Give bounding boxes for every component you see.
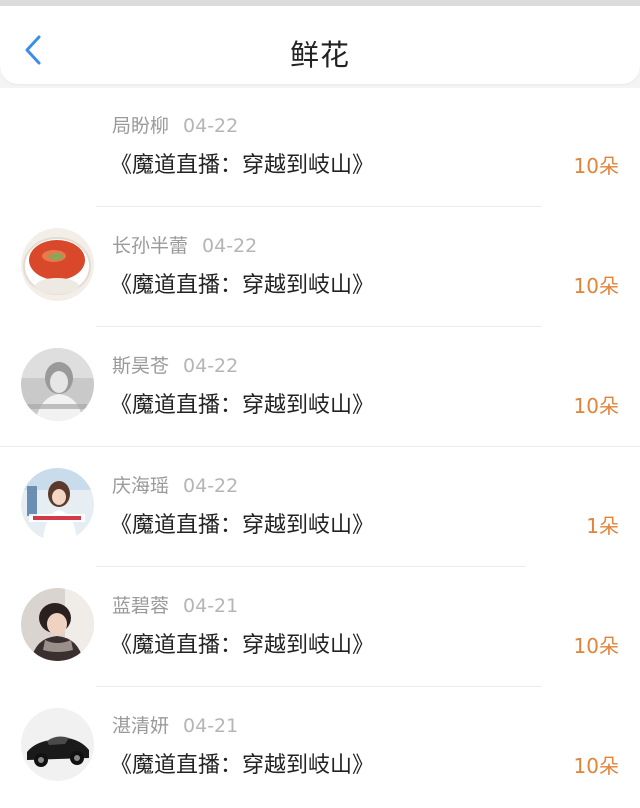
divider	[96, 686, 542, 687]
sender-name-text: 斯昊苍	[112, 355, 170, 377]
page-title: 鲜花	[289, 38, 350, 72]
sender-name: 斯昊苍 04-22	[112, 351, 238, 378]
avatar[interactable]	[21, 348, 94, 421]
flower-count: 10朵	[573, 394, 619, 418]
gift-date: 04-22	[202, 235, 258, 257]
gift-date: 04-22	[183, 355, 239, 377]
sender-name-text: 庆海瑶	[112, 475, 170, 497]
avatar[interactable]	[21, 228, 94, 301]
grayscale-girl-avatar-image	[21, 348, 94, 421]
sender-name: 蓝碧蓉 04-21	[112, 591, 238, 618]
list-item[interactable]: 斯昊苍 04-22 《魔道直播：穿越到岐山》 10朵	[0, 328, 640, 448]
sender-name: 庆海瑶 04-22	[112, 471, 238, 498]
list-item[interactable]: 蓝碧蓉 04-21 《魔道直播：穿越到岐山》 10朵	[0, 568, 640, 688]
list-item[interactable]: 湛清妍 04-21 《魔道直播：穿越到岐山》 10朵	[0, 688, 640, 808]
sender-name-text: 局盼柳	[112, 115, 170, 137]
sender-name: 湛清妍 04-21	[112, 711, 238, 738]
gift-date: 04-21	[183, 715, 239, 737]
girl-avatar-image	[21, 468, 94, 541]
flower-count: 10朵	[573, 154, 619, 178]
sender-name-text: 长孙半蕾	[112, 235, 189, 257]
divider	[96, 206, 542, 207]
book-title: 《魔道直播：穿越到岐山》	[110, 513, 375, 538]
sender-name: 局盼柳 04-22	[112, 111, 238, 138]
book-title: 《魔道直播：穿越到岐山》	[110, 273, 375, 298]
gift-date: 04-22	[183, 115, 239, 137]
flower-list: 局盼柳 04-22 《魔道直播：穿越到岐山》 10朵 长孙半蕾 04-22 《魔道直…	[0, 88, 640, 808]
book-title: 《魔道直播：穿越到岐山》	[110, 753, 375, 778]
book-title: 《魔道直播：穿越到岐山》	[110, 393, 375, 418]
black-car-avatar-image	[21, 708, 94, 781]
sender-name-text: 蓝碧蓉	[112, 595, 170, 617]
sender-name: 长孙半蕾 04-22	[112, 231, 257, 258]
divider	[0, 446, 640, 447]
list-item[interactable]: 局盼柳 04-22 《魔道直播：穿越到岐山》 10朵	[0, 88, 640, 208]
gift-date: 04-22	[183, 475, 239, 497]
list-item[interactable]: 庆海瑶 04-22 《魔道直播：穿越到岐山》 1朵	[0, 448, 640, 568]
book-title: 《魔道直播：穿越到岐山》	[110, 633, 375, 658]
sender-name-text: 湛清妍	[112, 715, 170, 737]
avatar[interactable]	[21, 468, 94, 541]
divider	[96, 566, 526, 567]
book-title: 《魔道直播：穿越到岐山》	[110, 153, 375, 178]
flower-count: 10朵	[573, 754, 619, 778]
avatar[interactable]	[21, 708, 94, 781]
boy-avatar-image	[21, 588, 94, 661]
gift-date: 04-21	[183, 595, 239, 617]
header-bar: 鲜花	[0, 6, 640, 84]
tomato-soup-avatar-image	[21, 228, 94, 301]
divider	[96, 326, 542, 327]
avatar[interactable]	[21, 588, 94, 661]
flower-count: 10朵	[573, 634, 619, 658]
list-item[interactable]: 长孙半蕾 04-22 《魔道直播：穿越到岐山》 10朵	[0, 208, 640, 328]
flower-count: 1朵	[586, 514, 619, 538]
flower-count: 10朵	[573, 274, 619, 298]
